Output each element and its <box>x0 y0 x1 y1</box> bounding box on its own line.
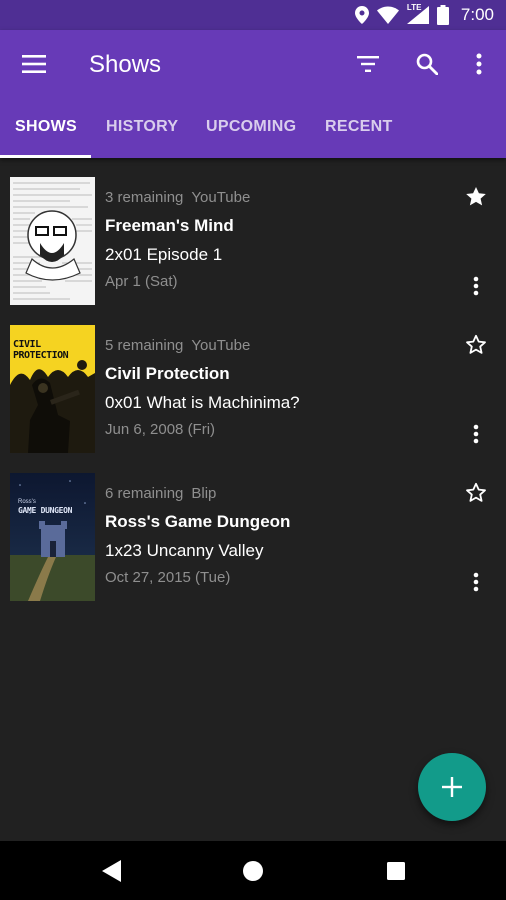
list-item[interactable]: Ross's GAME DUNGEON 6 remaining Blip Ross… <box>0 454 506 602</box>
episode-date: Jun 6, 2008 (Fri) <box>105 421 216 438</box>
back-button[interactable] <box>99 859 123 883</box>
status-time: 7:00 <box>460 5 494 24</box>
home-circle-icon <box>243 861 263 881</box>
status-bar: LTE 7:00 <box>0 0 506 30</box>
item-overflow-button[interactable] <box>466 570 486 594</box>
recents-square-icon <box>387 862 405 880</box>
add-show-button[interactable] <box>418 753 486 821</box>
menu-icon <box>22 55 46 73</box>
filter-icon <box>357 56 379 72</box>
network-label: Blip <box>191 485 217 502</box>
poster-image <box>10 177 95 305</box>
poster-title: CIVIL PROTECTION <box>13 339 69 361</box>
network-label: YouTube <box>191 337 251 354</box>
system-navigation-bar <box>0 841 506 900</box>
app-bar: Shows SHOWS HISTORY UPCOMING RECENT <box>0 30 506 158</box>
episode-meta: 3 remaining YouTube <box>105 189 250 206</box>
show-title: Ross's Game Dungeon <box>105 512 291 531</box>
plus-icon <box>442 777 462 797</box>
page-title: Shows <box>89 51 162 78</box>
location-icon <box>354 6 369 24</box>
item-overflow-button[interactable] <box>466 422 486 446</box>
next-episode: 0x01 What is Machinima? <box>105 393 300 412</box>
star-filled-icon <box>466 187 486 206</box>
item-overflow-button[interactable] <box>466 274 486 298</box>
show-title: Civil Protection <box>105 364 230 383</box>
episode-meta: 5 remaining YouTube <box>105 337 250 354</box>
list-item[interactable]: CIVIL PROTECTION 5 remaining YouTube Civi… <box>0 306 506 454</box>
favorite-toggle[interactable] <box>464 481 488 505</box>
episode-meta: 6 remaining Blip <box>105 485 216 502</box>
star-outline-icon <box>466 482 486 502</box>
toolbar: Shows <box>0 30 506 100</box>
more-vert-icon <box>476 53 482 75</box>
remaining-count: 5 remaining <box>105 337 184 354</box>
next-episode: 1x23 Uncanny Valley <box>105 541 264 560</box>
more-vert-icon <box>473 276 479 296</box>
star-outline-icon <box>466 334 486 354</box>
show-poster[interactable]: CIVIL PROTECTION <box>10 325 95 453</box>
tab-bar: SHOWS HISTORY UPCOMING RECENT <box>0 100 506 158</box>
poster-image <box>10 473 95 601</box>
cellular-signal-icon <box>406 6 429 24</box>
battery-icon <box>436 5 449 25</box>
remaining-count: 6 remaining <box>105 485 184 502</box>
favorite-toggle[interactable] <box>464 333 488 357</box>
poster-subtitle: Ross's <box>18 499 36 505</box>
next-episode: 2x01 Episode 1 <box>105 245 223 264</box>
tab-upcoming[interactable]: UPCOMING <box>206 118 296 136</box>
show-poster[interactable]: Ross's GAME DUNGEON <box>10 473 95 601</box>
remaining-count: 3 remaining <box>105 189 184 206</box>
episode-date: Apr 1 (Sat) <box>105 273 178 290</box>
home-button[interactable] <box>241 859 265 883</box>
poster-title: GAME DUNGEON <box>18 506 73 515</box>
filter-button[interactable] <box>344 40 392 88</box>
tab-recent[interactable]: RECENT <box>325 118 393 136</box>
navigation-drawer-button[interactable] <box>10 40 58 88</box>
lte-indicator: LTE <box>406 3 429 24</box>
show-poster[interactable] <box>10 177 95 305</box>
more-vert-icon <box>473 424 479 444</box>
more-vert-icon <box>473 572 479 592</box>
list-item[interactable]: 3 remaining YouTube Freeman's Mind 2x01 E… <box>0 158 506 306</box>
recents-button[interactable] <box>384 859 408 883</box>
tab-shows[interactable]: SHOWS <box>15 118 77 136</box>
favorite-toggle[interactable] <box>464 185 488 209</box>
back-triangle-icon <box>102 860 121 882</box>
show-title: Freeman's Mind <box>105 216 234 235</box>
search-button[interactable] <box>403 40 451 88</box>
overflow-menu-button[interactable] <box>455 40 503 88</box>
tab-history[interactable]: HISTORY <box>106 118 178 136</box>
search-icon <box>416 53 438 75</box>
network-label: YouTube <box>191 189 251 206</box>
wifi-icon <box>376 6 399 24</box>
episode-date: Oct 27, 2015 (Tue) <box>105 569 231 586</box>
shows-list: 3 remaining YouTube Freeman's Mind 2x01 E… <box>0 158 506 602</box>
